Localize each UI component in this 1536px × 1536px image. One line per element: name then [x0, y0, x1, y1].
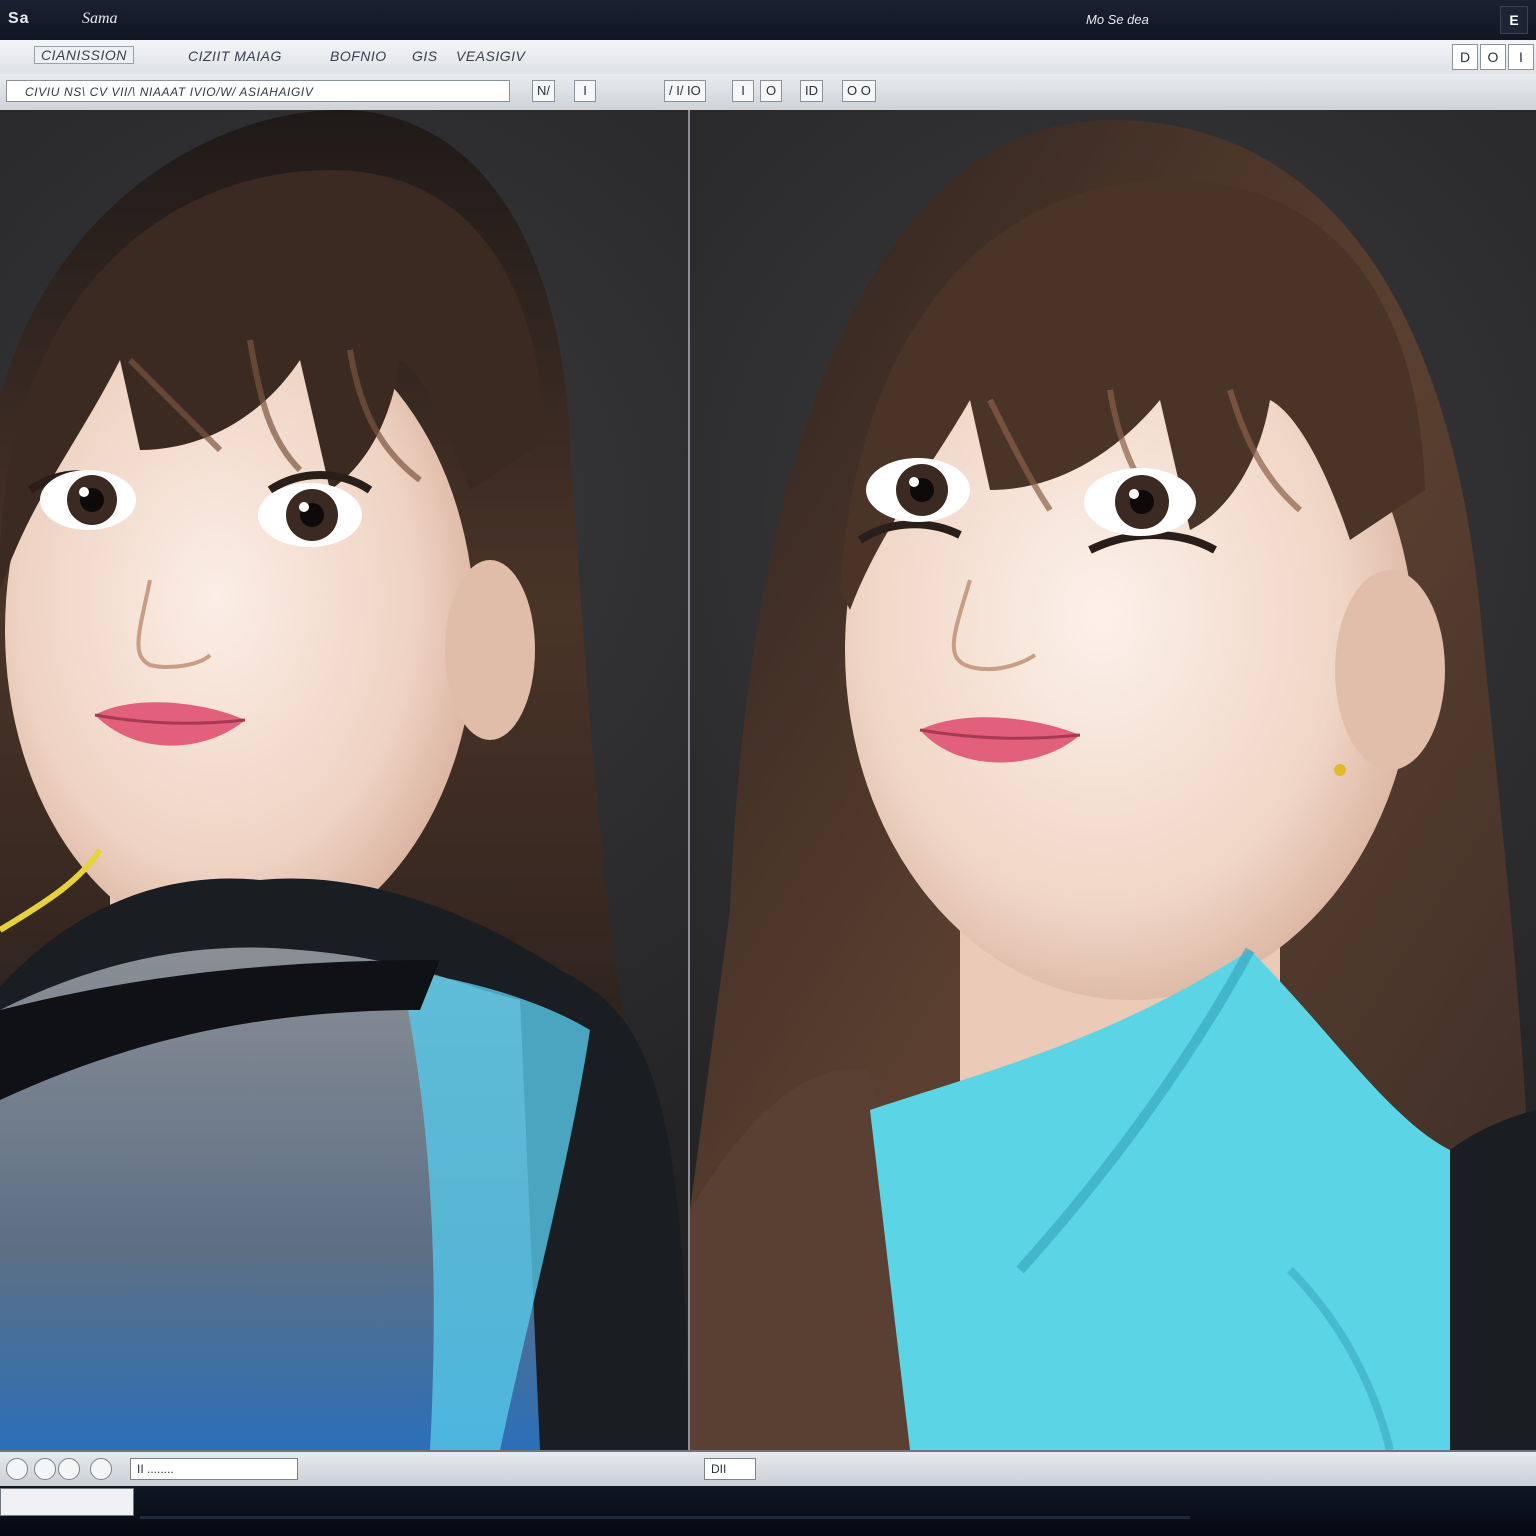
window-control-button[interactable]: E: [1500, 6, 1528, 34]
portrait-before-image: [0, 110, 688, 1450]
nav-prev-button[interactable]: [34, 1458, 56, 1480]
title-bar: Sa Sama Mo Se dea E: [0, 0, 1536, 40]
panel-control-button-3[interactable]: I: [1508, 44, 1534, 70]
path-input[interactable]: CIVIU NS\ CV VII/\ NIAAAT IVIO/W/ ASIAHA…: [6, 80, 510, 102]
nav-play-button[interactable]: [58, 1458, 80, 1480]
toolbar-button-7[interactable]: O O: [842, 80, 876, 102]
panel-control-button-1[interactable]: D: [1452, 44, 1478, 70]
status-field-left[interactable]: II ........: [130, 1458, 298, 1480]
window-title: Mo Se dea: [1086, 12, 1149, 27]
panel-control-button-2[interactable]: O: [1480, 44, 1506, 70]
toolbar-button-1[interactable]: N/: [532, 80, 555, 102]
bottom-panel-track: [140, 1516, 1190, 1519]
menu-item-1[interactable]: CIANISSION: [34, 46, 134, 64]
right-image-pane[interactable]: [690, 110, 1536, 1450]
bottom-panel-field[interactable]: [0, 1488, 134, 1516]
menu-item-2[interactable]: CIZIIT MAIAG: [188, 48, 282, 64]
nav-next-button[interactable]: [90, 1458, 112, 1480]
menu-bar: CIANISSION CIZIIT MAIAG BOFNIO GIS VEASI…: [0, 40, 1536, 75]
left-image-pane[interactable]: [0, 110, 688, 1450]
toolbar-button-3[interactable]: / I/ IO: [664, 80, 706, 102]
menu-item-4[interactable]: GIS: [412, 48, 438, 64]
bottom-panel: [0, 1486, 1536, 1536]
toolbar-button-2[interactable]: I: [574, 80, 596, 102]
status-field-right[interactable]: DII: [704, 1458, 756, 1480]
tool-bar: CIVIU NS\ CV VII/\ NIAAAT IVIO/W/ ASIAHA…: [0, 74, 1536, 112]
document-title: Sama: [82, 10, 118, 27]
toolbar-button-4[interactable]: I: [732, 80, 754, 102]
portrait-after-image: [690, 120, 1536, 1450]
image-workspace: [0, 110, 1536, 1450]
status-bar: II ........ DII: [0, 1450, 1536, 1488]
app-name: Sa: [8, 10, 30, 27]
toolbar-button-6[interactable]: ID: [800, 80, 823, 102]
menu-item-5[interactable]: VEASIGIV: [456, 48, 525, 64]
toolbar-button-5[interactable]: O: [760, 80, 782, 102]
nav-first-button[interactable]: [6, 1458, 28, 1480]
menu-item-3[interactable]: BOFNIO: [330, 48, 387, 64]
